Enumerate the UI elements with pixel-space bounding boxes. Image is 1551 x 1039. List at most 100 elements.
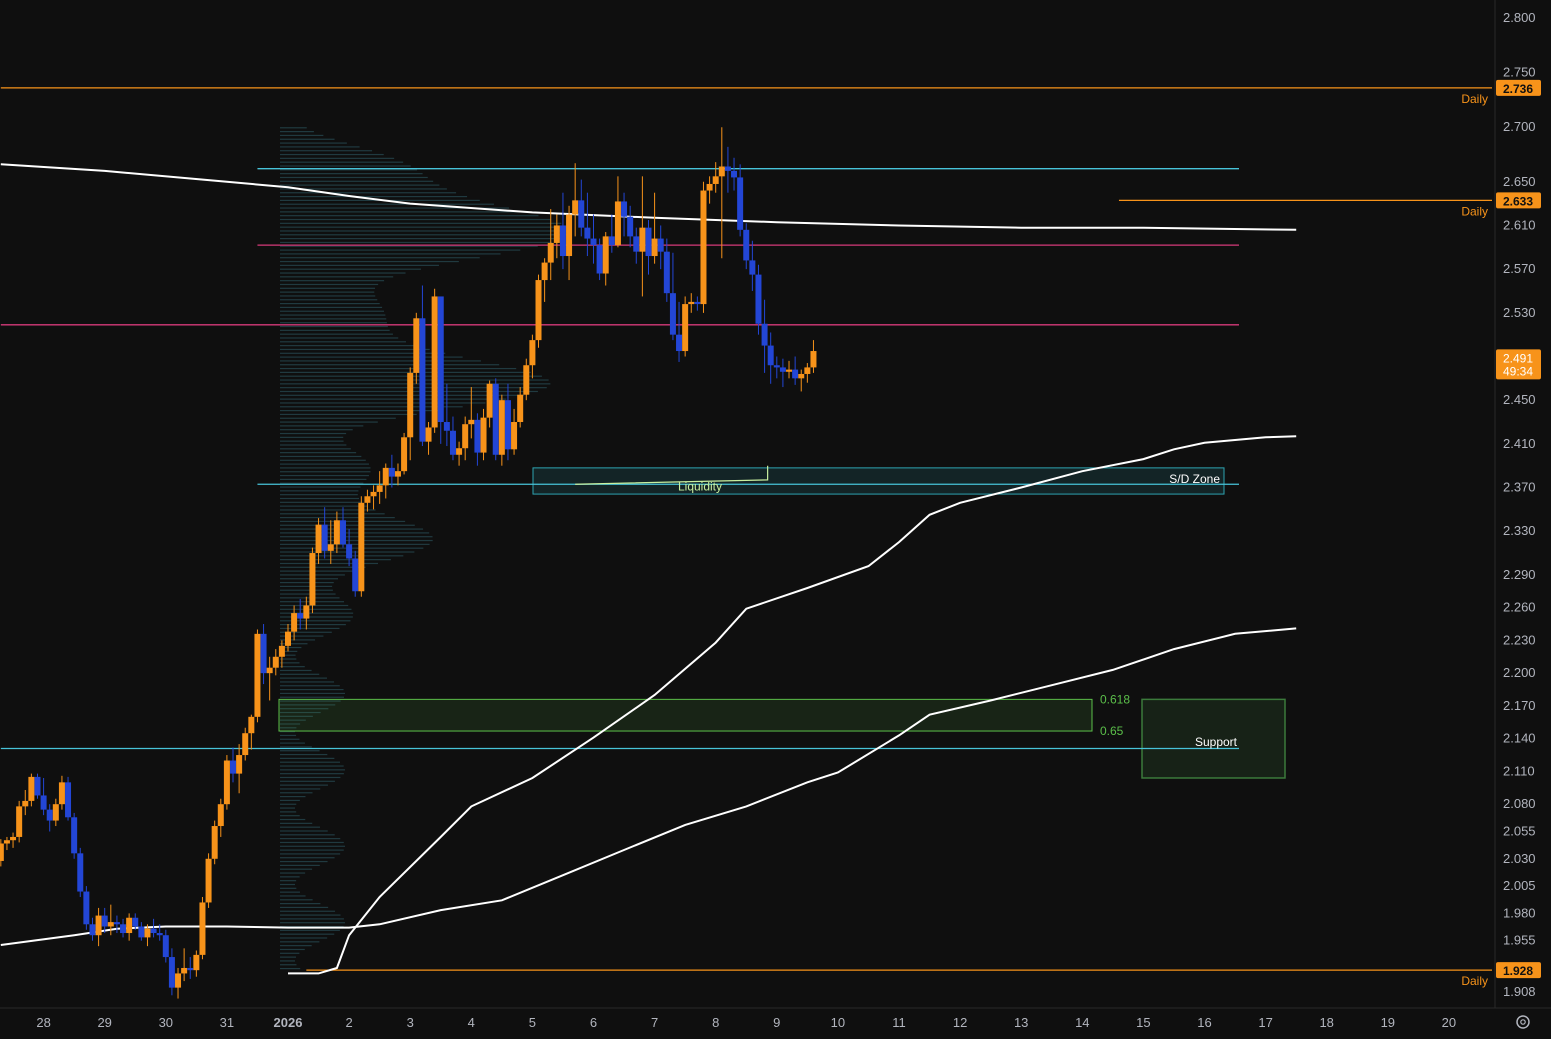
candle[interactable] <box>254 633 261 717</box>
candle[interactable] <box>437 296 444 423</box>
candle[interactable] <box>364 496 371 503</box>
candle[interactable] <box>187 967 194 971</box>
candle[interactable] <box>633 236 640 252</box>
candle[interactable] <box>608 236 615 246</box>
candle[interactable] <box>89 924 96 936</box>
candle[interactable] <box>95 915 102 936</box>
candle[interactable] <box>480 417 487 453</box>
candle[interactable] <box>0 843 4 861</box>
candle[interactable] <box>236 755 243 774</box>
candle[interactable] <box>168 957 175 988</box>
candle[interactable] <box>211 826 218 859</box>
candle[interactable] <box>474 419 481 453</box>
candle[interactable] <box>718 166 725 177</box>
candle[interactable] <box>260 633 267 674</box>
candle[interactable] <box>193 954 200 971</box>
candle[interactable] <box>382 467 389 486</box>
candle[interactable] <box>388 467 395 477</box>
candle[interactable] <box>798 373 805 379</box>
candle[interactable] <box>639 227 646 252</box>
candle[interactable] <box>46 809 53 821</box>
candle[interactable] <box>535 280 542 341</box>
candle[interactable] <box>321 524 328 551</box>
candle[interactable] <box>456 448 463 455</box>
candle[interactable] <box>419 318 426 442</box>
candle[interactable] <box>688 301 695 305</box>
candle[interactable] <box>786 369 793 372</box>
candle[interactable] <box>712 176 719 184</box>
candle[interactable] <box>541 262 548 281</box>
candle[interactable] <box>65 782 72 818</box>
candle[interactable] <box>517 394 524 423</box>
candle[interactable] <box>407 372 414 438</box>
candle[interactable] <box>486 383 493 418</box>
candle[interactable] <box>230 760 237 774</box>
candle[interactable] <box>16 806 23 837</box>
candle[interactable] <box>291 613 298 632</box>
candle[interactable] <box>162 935 169 958</box>
candle[interactable] <box>101 915 108 927</box>
candle[interactable] <box>223 760 230 805</box>
candle[interactable] <box>352 558 359 592</box>
candle[interactable] <box>346 544 353 559</box>
candle[interactable] <box>504 400 511 450</box>
candle[interactable] <box>205 858 212 903</box>
candle[interactable] <box>645 227 652 257</box>
candle[interactable] <box>804 367 811 374</box>
candle[interactable] <box>401 437 408 472</box>
candle[interactable] <box>278 645 285 657</box>
candle[interactable] <box>792 369 799 379</box>
candle[interactable] <box>425 427 432 442</box>
candle[interactable] <box>58 782 65 805</box>
candle[interactable] <box>755 274 762 324</box>
candle[interactable] <box>327 544 334 551</box>
candle[interactable] <box>614 201 621 246</box>
candle[interactable] <box>333 520 340 545</box>
candle[interactable] <box>779 367 786 372</box>
candle[interactable] <box>370 491 377 497</box>
candle[interactable] <box>83 891 90 925</box>
candle[interactable] <box>749 260 756 275</box>
candle[interactable] <box>566 214 573 257</box>
candle[interactable] <box>578 200 585 228</box>
candle[interactable] <box>10 836 17 841</box>
candle[interactable] <box>413 318 420 373</box>
candle[interactable] <box>449 430 456 455</box>
candle[interactable] <box>700 190 707 305</box>
candle[interactable] <box>761 323 768 346</box>
candle[interactable] <box>242 733 249 756</box>
candle[interactable] <box>468 419 475 425</box>
candle[interactable] <box>492 383 499 455</box>
candle[interactable] <box>547 242 554 263</box>
candle[interactable] <box>217 804 224 827</box>
candle[interactable] <box>731 170 738 178</box>
candle[interactable] <box>3 840 10 844</box>
candle[interactable] <box>682 304 689 352</box>
candle[interactable] <box>743 229 750 261</box>
candle[interactable] <box>107 922 114 927</box>
candle[interactable] <box>71 817 78 854</box>
candle[interactable] <box>28 776 35 801</box>
candle[interactable] <box>663 251 670 294</box>
candle[interactable] <box>113 922 120 925</box>
candle[interactable] <box>669 293 676 335</box>
candle[interactable] <box>511 422 518 450</box>
candle[interactable] <box>132 917 139 927</box>
sd-zone[interactable] <box>532 467 1225 495</box>
candle[interactable] <box>309 553 316 606</box>
candle[interactable] <box>138 926 145 938</box>
candle[interactable] <box>297 613 304 619</box>
candle[interactable] <box>77 853 84 892</box>
candle[interactable] <box>651 238 658 257</box>
candle[interactable] <box>596 245 603 274</box>
candle[interactable] <box>627 216 634 237</box>
candle[interactable] <box>248 716 255 734</box>
candle[interactable] <box>52 804 59 821</box>
candle[interactable] <box>724 166 731 171</box>
candle[interactable] <box>175 973 182 988</box>
candle[interactable] <box>272 656 279 668</box>
candle[interactable] <box>694 301 701 305</box>
candle[interactable] <box>657 238 664 252</box>
candle[interactable] <box>498 400 505 455</box>
candle[interactable] <box>523 365 530 395</box>
